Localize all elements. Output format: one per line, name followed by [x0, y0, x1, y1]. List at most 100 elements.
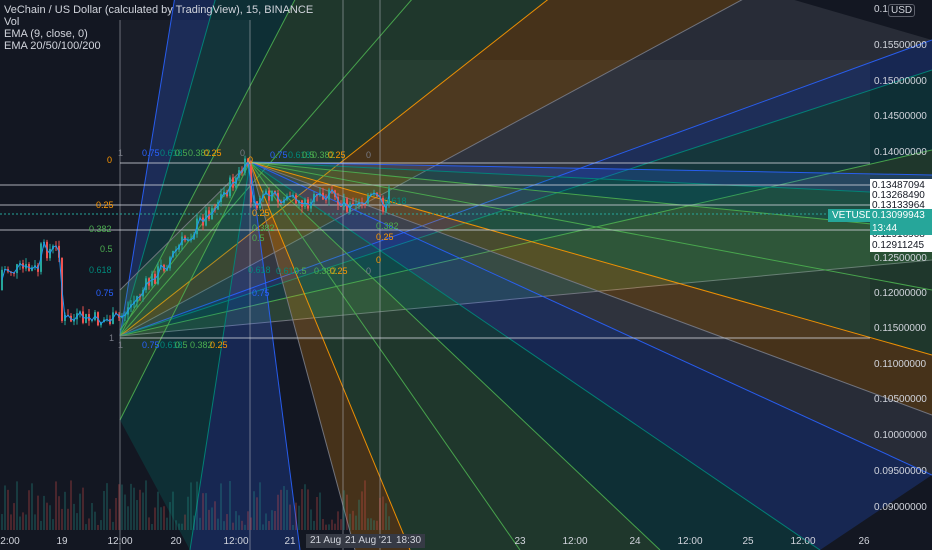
volume-bar: [229, 481, 231, 530]
fib-level-label: 0.75: [142, 148, 160, 158]
volume-bar: [193, 515, 195, 530]
fib-level-label: 0.25: [96, 200, 114, 210]
volume-bar: [220, 483, 222, 530]
volume-bar: [211, 507, 213, 530]
fib-level-label: 0: [248, 155, 254, 165]
price-axis-tick: 0.10500000: [874, 394, 927, 405]
fib-level-label: 0.5: [252, 233, 265, 243]
volume-bar: [85, 524, 87, 530]
volume-bar: [34, 514, 36, 530]
volume-bar: [10, 514, 12, 530]
candle-body: [1, 269, 3, 290]
fib-level-label: 0: [376, 255, 382, 265]
volume-bar: [70, 480, 72, 530]
volume-bar: [16, 481, 18, 530]
fib-level-label: 0: [366, 266, 372, 276]
volume-bar: [136, 500, 138, 530]
volume-bar: [7, 489, 9, 530]
volume-bar: [370, 518, 372, 530]
chart-area[interactable]: VeChain / US Dollar (calculated by Tradi…: [0, 0, 932, 550]
volume-bar: [25, 514, 27, 530]
volume-bar: [13, 503, 15, 530]
price-axis-tick: 0.09000000: [874, 502, 927, 513]
volume-bar: [316, 496, 318, 530]
volume-bar: [109, 508, 111, 530]
volume-bar: [355, 515, 357, 530]
ema-multi-indicator-label[interactable]: EMA 20/50/100/200: [4, 40, 313, 52]
volume-bar: [142, 492, 144, 530]
fib-level-label: 0.618: [248, 265, 271, 275]
volume-bar: [367, 518, 369, 530]
volume-bar: [157, 491, 159, 530]
last-price-tag: 0.13099943 13:44: [870, 209, 932, 235]
fib-level-label: 0.5: [100, 244, 113, 254]
volume-bar: [67, 508, 69, 530]
time-axis-tick: 19: [56, 536, 68, 547]
volume-bar: [319, 492, 321, 530]
fib-level-label: 0.75: [252, 288, 270, 298]
price-axis-tick: 0.10000000: [874, 430, 927, 441]
price-axis-tick: 0.14000000: [874, 147, 927, 158]
volume-bar: [190, 482, 192, 530]
volume-bar: [298, 505, 300, 530]
fib-level-label: 0.25: [252, 208, 270, 218]
fib-level-label: 0.75: [96, 288, 114, 298]
volume-bar: [244, 524, 246, 530]
volume-bar: [172, 491, 174, 530]
volume-bar: [373, 520, 375, 530]
fib-level-label: 0.5: [175, 148, 188, 158]
time-axis-tick: 2:00: [0, 536, 20, 547]
fib-level-label: 0.382: [252, 223, 275, 233]
volume-bar: [268, 520, 270, 530]
time-axis-tick: 12:00: [562, 536, 588, 547]
volume-bar: [250, 517, 252, 530]
volume-bar: [169, 502, 171, 530]
fib-level-label: 0.5: [175, 340, 188, 350]
volume-bar: [199, 517, 201, 530]
time-axis-tick: 12:00: [790, 536, 816, 547]
volume-bar: [46, 502, 48, 530]
fib-level-label: 0.25: [210, 340, 228, 350]
time-axis-tick: 21: [284, 536, 296, 547]
volume-bar: [349, 513, 351, 530]
volume-bar: [385, 503, 387, 530]
volume-bar: [256, 497, 258, 530]
volume-bar: [352, 510, 354, 530]
volume-bar: [151, 524, 153, 530]
volume-bar: [40, 520, 42, 530]
volume-bar: [205, 493, 207, 530]
volume-bar: [115, 497, 117, 530]
volume-bar: [259, 482, 261, 530]
volume-bar: [64, 491, 66, 530]
volume-bar: [241, 520, 243, 530]
volume-bar: [364, 480, 366, 530]
volume-bar: [274, 510, 276, 530]
volume-bar: [271, 510, 273, 530]
fib-level-label: 0: [107, 155, 113, 165]
volume-indicator-label[interactable]: Vol: [4, 16, 313, 28]
chart-canvas[interactable]: [0, 0, 932, 550]
volume-bar: [55, 481, 57, 530]
volume-bar: [196, 481, 198, 530]
ema-indicator-label[interactable]: EMA (9, close, 0): [4, 28, 313, 40]
volume-bar: [226, 514, 228, 530]
volume-bar: [202, 493, 204, 530]
volume-bar: [118, 484, 120, 530]
fib-level-label: 0.618: [89, 265, 112, 275]
volume-bar: [301, 489, 303, 530]
volume-bar: [379, 497, 381, 530]
time-axis-highlight: 18:30: [392, 534, 426, 548]
symbol-title[interactable]: VeChain / US Dollar (calculated by Tradi…: [4, 4, 313, 16]
volume-bar: [130, 483, 132, 530]
volume-bar: [154, 507, 156, 530]
volume-bar: [178, 523, 180, 530]
time-axis-tick: 23: [514, 536, 526, 547]
volume-bar: [331, 519, 333, 530]
volume-bar: [82, 487, 84, 530]
price-axis-tick: 0.09500000: [874, 466, 927, 477]
volume-bar: [4, 485, 6, 530]
volume-bar: [358, 499, 360, 530]
volume-bar: [121, 484, 123, 530]
fib-level-label: 0.382: [89, 224, 112, 234]
fib-level-label: 0.25: [204, 148, 222, 158]
